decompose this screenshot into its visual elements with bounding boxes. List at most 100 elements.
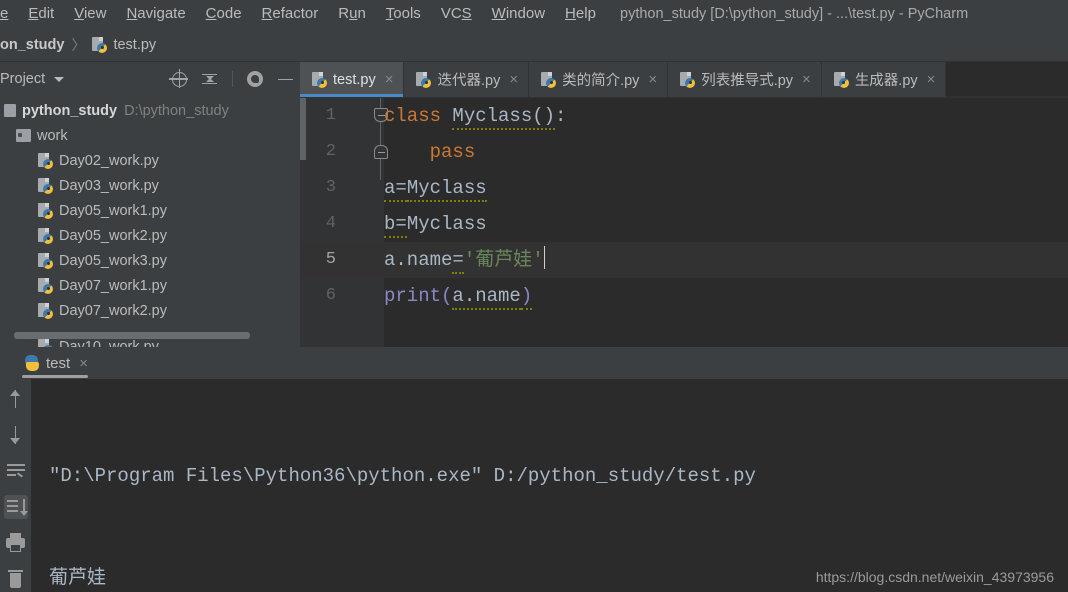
token-assign-a: a= [384,177,407,202]
console-output[interactable]: "D:\Program Files\Python36\python.exe" D… [31,379,1068,592]
tree-row-label: work [37,127,68,144]
tab-liebiaotuidaoshi-py[interactable]: 列表推导式.py × [668,62,822,97]
project-horizontal-scrollbar[interactable] [14,332,250,339]
code-line-6[interactable]: 6 print(a.name) [300,278,1068,314]
tree-row-module[interactable]: python_study D:\python_study [0,98,300,123]
run-tool-window: test × "D:\Program Files\Python36\python… [0,347,1068,592]
menu-window-mnemonic: W [491,5,506,22]
trash-icon[interactable] [4,567,28,591]
menu-edit-mnemonic: E [28,5,39,22]
print-icon[interactable] [4,531,28,555]
gear-icon[interactable] [247,71,263,87]
code-line-1[interactable]: 1 class Myclass(): [300,98,1068,134]
close-icon[interactable]: × [927,72,936,87]
python-file-icon [38,177,53,194]
menu-run-rest: n [357,5,366,22]
python-file-icon [92,36,108,53]
soft-wrap-icon[interactable] [4,459,28,483]
menu-item-edit[interactable]: Edit [18,0,64,28]
menu-item-view[interactable]: View [64,0,116,28]
token-myclass-ref: Myclass [406,177,487,202]
text-caret [543,246,546,269]
tab-diedaiqi-py[interactable]: 迭代器.py × [404,62,530,97]
menu-item-file[interactable]: e [0,0,18,28]
tree-row-folder-work[interactable]: work [0,123,300,148]
close-icon[interactable]: × [79,356,88,371]
tree-row-label: Day10_work.py [59,338,159,348]
python-file-icon [312,71,327,88]
line-number: 3 [325,178,336,197]
menu-code-rest: ode [216,5,242,22]
tree-row-day03-work[interactable]: Day03_work.py [0,173,300,198]
chevron-down-icon[interactable] [54,76,65,82]
code-line-4[interactable]: 4 b=Myclass [300,206,1068,242]
menu-file-mnemonic: e [0,5,9,22]
menu-code-mnemonic: C [205,5,217,22]
token-assign-b: b= [384,213,407,238]
code-line-3[interactable]: 3 a=Myclass [300,170,1068,206]
line-text: class Myclass(): [384,98,566,134]
close-icon[interactable]: × [509,72,518,87]
run-console-body: "D:\Program Files\Python36\python.exe" D… [0,379,1068,592]
run-tab-test[interactable]: test × [12,347,98,379]
token-equals: = [452,249,464,274]
code-lines: 1 class Myclass(): 2 pass 3 a=Myclass 4 … [300,98,1068,314]
breadcrumb: on_study 〉 test.py [0,28,1068,62]
close-icon[interactable]: × [648,72,657,87]
menu-run-pre: R [338,5,350,22]
token-colon: : [555,105,567,127]
scroll-to-end-icon[interactable] [3,495,28,519]
menu-view-rest: iew [83,5,107,22]
code-line-5[interactable]: 5 a.name='葡芦娃' [300,242,1068,278]
project-panel-title[interactable]: Project [0,71,45,87]
code-line-2[interactable]: 2 pass [300,134,1068,170]
tree-row-day05-work1[interactable]: Day05_work1.py [0,198,300,223]
python-file-icon [833,71,849,88]
menu-item-navigate[interactable]: Navigate [116,0,195,28]
toolbar-divider [232,71,233,87]
tree-row-label: Day02_work.py [59,152,159,169]
tree-row-label: Day05_work3.py [59,252,167,269]
tree-row-label: python_study [22,102,118,119]
close-icon[interactable]: × [802,72,811,87]
tree-row-day07-work2[interactable]: Day07_work2.py [0,298,300,323]
breadcrumb-file[interactable]: test.py [92,36,156,53]
menu-tools-rest: ools [393,5,421,22]
minimize-icon[interactable] [277,71,294,88]
project-panel-header: Project [0,62,300,96]
tree-row-label: Day05_work1.py [59,202,167,219]
project-tool-window: Project python_study D:\python_study wor… [0,62,300,347]
tab-label: 迭代器.py [437,73,501,89]
token-keyword-class: class [384,105,453,127]
chevron-right-icon: 〉 [71,36,86,53]
line-number: 4 [325,214,336,233]
tab-bar-filler [946,62,1068,97]
down-arrow-icon[interactable] [4,423,28,447]
tab-test-py[interactable]: test.py × [300,62,405,97]
up-arrow-icon[interactable] [4,387,28,411]
menu-view-mnemonic: V [74,5,84,22]
tree-row-day05-work2[interactable]: Day05_work2.py [0,223,300,248]
tree-row-day05-work3[interactable]: Day05_work3.py [0,248,300,273]
menu-item-vcs[interactable]: VCS [431,0,482,28]
pycharm-window: e Edit View Navigate Code Refactor Run T… [0,0,1068,592]
run-toolbar [0,379,31,592]
python-file-icon [541,71,557,88]
tree-row-day02-work[interactable]: Day02_work.py [0,148,300,173]
python-file-icon [38,227,53,244]
menu-item-code[interactable]: Code [196,0,252,28]
token-function-print: print [384,285,442,307]
locate-target-icon[interactable] [169,68,188,88]
menu-item-tools[interactable]: Tools [376,0,431,28]
tree-row-day07-work1[interactable]: Day07_work1.py [0,273,300,298]
collapse-all-icon[interactable] [201,71,218,88]
menu-item-window[interactable]: Window [482,0,555,28]
close-icon[interactable]: × [385,72,394,87]
tab-leidejianjie-py[interactable]: 类的简介.py × [529,62,669,97]
breadcrumb-project[interactable]: on_study [0,37,64,53]
menu-item-help[interactable]: Help [555,0,606,28]
menu-item-refactor[interactable]: Refactor [252,0,329,28]
menu-item-run[interactable]: Run [328,0,376,28]
tab-shengchengqi-py[interactable]: 生成器.py × [822,62,947,97]
code-editor[interactable]: 1 class Myclass(): 2 pass 3 a=Myclass 4 … [300,98,1068,347]
